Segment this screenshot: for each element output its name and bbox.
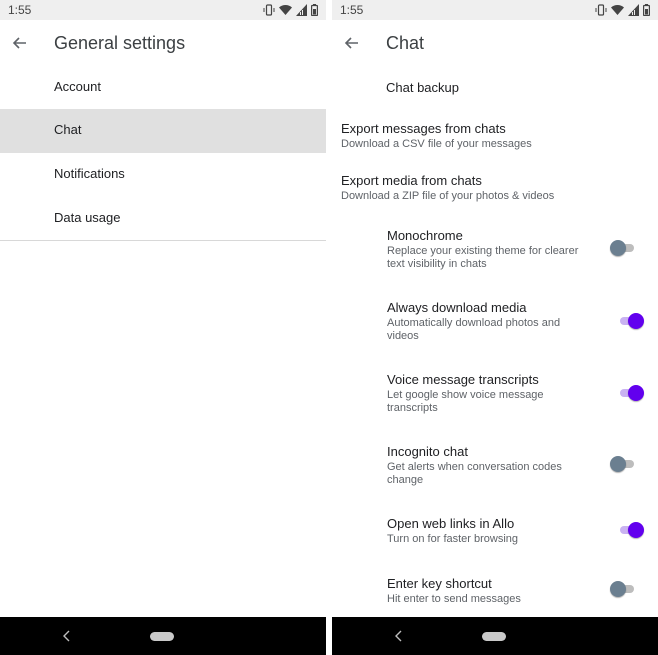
export-messages-item[interactable]: Export messages from chats Download a CS… <box>332 110 658 162</box>
back-arrow-icon[interactable] <box>342 33 362 53</box>
menu-item-notifications[interactable]: Notifications <box>0 153 326 197</box>
setting-title: Voice message transcripts <box>387 372 539 387</box>
voice-message-transcripts-toggle[interactable] <box>618 384 644 402</box>
monochrome-toggle[interactable] <box>610 239 636 257</box>
nav-home-pill[interactable] <box>482 632 506 641</box>
enter-key-shortcut-toggle[interactable] <box>610 580 636 598</box>
wifi-icon <box>279 5 292 16</box>
open-web-links-toggle[interactable] <box>618 521 644 539</box>
menu-item-account[interactable]: Account <box>0 66 326 110</box>
setting-subtitle: Automatically download photos and videos <box>387 317 561 342</box>
status-bar: 1:55 <box>332 0 658 20</box>
setting-title: Monochrome <box>387 228 463 243</box>
signal-icon <box>628 4 639 16</box>
setting-subtitle: Replace your existing theme for clearer … <box>387 245 579 270</box>
setting-title: Open web links in Allo <box>387 516 515 531</box>
navigation-bar <box>332 617 658 655</box>
setting-voice-message-transcripts[interactable]: Voice message transcripts Let google sho… <box>332 362 658 434</box>
menu-item-chat[interactable]: Chat <box>0 109 326 153</box>
export-media-subtitle: Download a ZIP file of your photos & vid… <box>341 190 555 202</box>
setting-subtitle: Get alerts when conversation codes chang… <box>387 461 562 486</box>
setting-enter-key-shortcut[interactable]: Enter key shortcut Hit enter to send mes… <box>332 566 658 616</box>
setting-title: Incognito chat <box>387 444 468 459</box>
chat-backup-item[interactable]: Chat backup <box>332 66 658 110</box>
always-download-media-toggle[interactable] <box>618 312 644 330</box>
menu-item-data-usage[interactable]: Data usage <box>0 197 326 241</box>
app-bar: General settings <box>0 20 326 66</box>
status-bar: 1:55 <box>0 0 326 20</box>
signal-icon <box>296 4 307 16</box>
vibrate-icon <box>595 4 607 16</box>
export-messages-subtitle: Download a CSV file of your messages <box>341 138 532 150</box>
setting-subtitle: Hit enter to send messages <box>387 593 521 605</box>
battery-icon <box>643 4 650 16</box>
wifi-icon <box>611 5 624 16</box>
export-media-item[interactable]: Export media from chats Download a ZIP f… <box>332 162 658 214</box>
chat-backup-label: Chat backup <box>386 80 459 95</box>
setting-title: Enter key shortcut <box>387 576 492 591</box>
export-messages-title: Export messages from chats <box>341 121 506 136</box>
battery-icon <box>311 4 318 16</box>
nav-back-icon[interactable] <box>394 630 404 642</box>
status-time: 1:55 <box>340 3 364 17</box>
setting-title: Always download media <box>387 300 527 315</box>
status-time: 1:55 <box>8 3 32 17</box>
menu-item-label: Notifications <box>54 166 125 181</box>
menu-item-label: Data usage <box>54 210 121 225</box>
chat-settings-screen: 1:55 Chat Chat backup Export messages fr… <box>332 0 658 655</box>
menu-item-label: Chat <box>54 122 82 137</box>
navigation-bar <box>0 617 326 655</box>
menu-item-label: Account <box>54 79 101 94</box>
app-bar: Chat <box>332 20 658 66</box>
setting-always-download-media[interactable]: Always download media Automatically down… <box>332 290 658 362</box>
back-arrow-icon[interactable] <box>10 33 30 53</box>
page-title: General settings <box>54 33 186 53</box>
vibrate-icon <box>263 4 275 16</box>
incognito-chat-toggle[interactable] <box>610 455 636 473</box>
export-media-title: Export media from chats <box>341 173 482 188</box>
list-divider <box>0 240 326 241</box>
nav-back-icon[interactable] <box>62 630 72 642</box>
nav-home-pill[interactable] <box>150 632 174 641</box>
setting-monochrome[interactable]: Monochrome Replace your existing theme f… <box>332 218 658 290</box>
setting-subtitle: Let google show voice message transcript… <box>387 389 544 414</box>
general-settings-screen: 1:55 General settings Account Chat Notif… <box>0 0 326 655</box>
setting-incognito-chat[interactable]: Incognito chat Get alerts when conversat… <box>332 434 658 506</box>
setting-subtitle: Turn on for faster browsing <box>387 533 519 545</box>
page-title: Chat <box>386 33 425 53</box>
setting-open-web-links[interactable]: Open web links in Allo Turn on for faste… <box>332 506 658 566</box>
